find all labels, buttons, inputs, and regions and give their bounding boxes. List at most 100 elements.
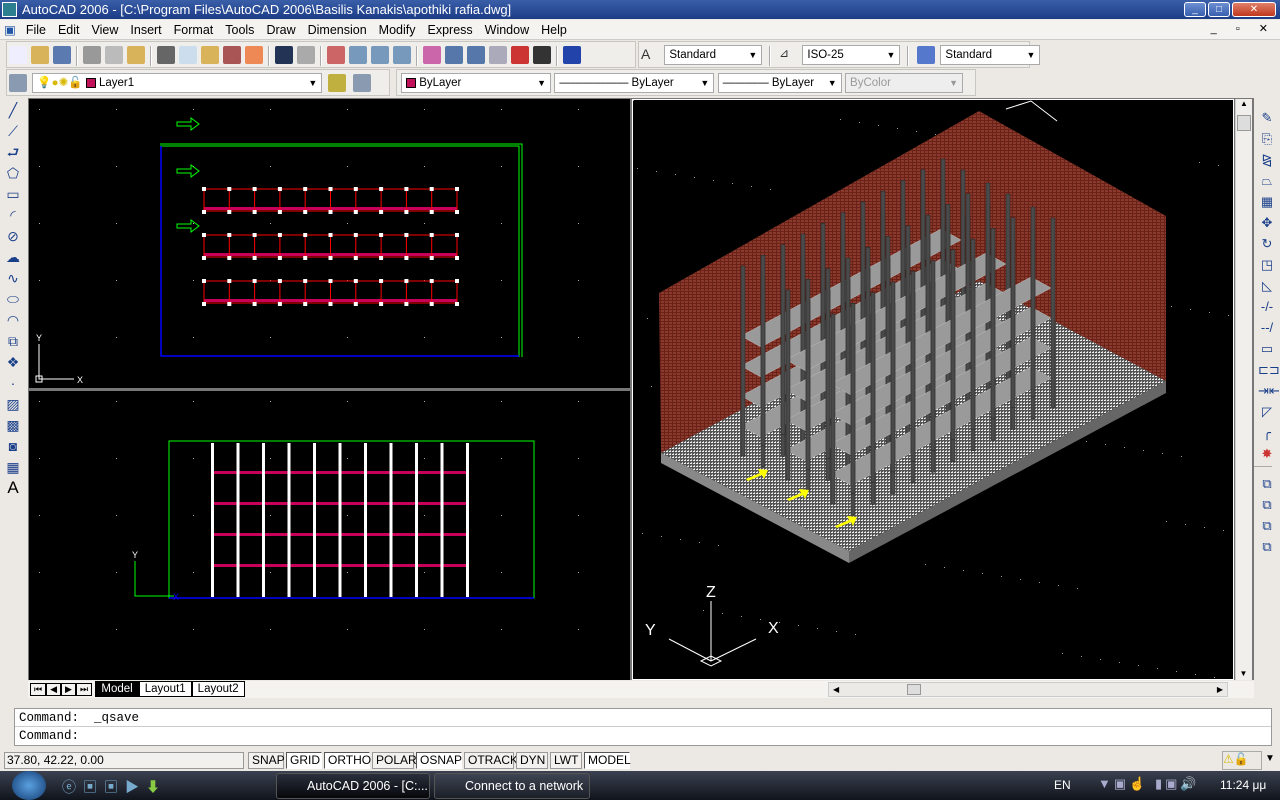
- block-editor-icon[interactable]: [245, 46, 263, 64]
- arc-icon[interactable]: ◜: [4, 206, 22, 224]
- viewport-front-elevation[interactable]: YX: [29, 391, 630, 680]
- polygon-icon[interactable]: ⬠: [4, 164, 22, 182]
- start-button[interactable]: [12, 771, 46, 800]
- status-polar-toggle[interactable]: POLAR: [372, 752, 417, 769]
- system-tray-icons[interactable]: ▼▣☝ ▮▣🔊: [1098, 776, 1200, 792]
- tab-last-button[interactable]: ⏭: [75, 683, 93, 696]
- move-icon[interactable]: ✥: [1258, 214, 1276, 232]
- command-window[interactable]: Command: _qsave Command:: [14, 708, 1272, 746]
- dim-style-icon[interactable]: ⊿: [779, 46, 797, 64]
- draworder-above-icon[interactable]: ⧉: [1258, 517, 1276, 535]
- match-properties-icon[interactable]: [223, 46, 241, 64]
- command-prompt[interactable]: Command:: [15, 727, 1271, 745]
- pan-icon[interactable]: [327, 46, 345, 64]
- ellipse-icon[interactable]: ⬭: [4, 290, 22, 308]
- menu-edit[interactable]: Edit: [52, 20, 86, 40]
- text-style-icon[interactable]: A: [641, 46, 659, 64]
- status-grid-toggle[interactable]: GRID: [286, 752, 322, 769]
- sheet-set-icon[interactable]: [489, 46, 507, 64]
- redo-icon[interactable]: [297, 46, 315, 64]
- menu-help[interactable]: Help: [535, 20, 573, 40]
- dim-style-select[interactable]: ISO-25 ▼: [802, 45, 901, 65]
- status-dyn-toggle[interactable]: DYN: [516, 752, 548, 769]
- offset-icon[interactable]: ⏢: [1258, 172, 1276, 190]
- properties-icon[interactable]: [423, 46, 441, 64]
- array-icon[interactable]: ▦: [1258, 193, 1276, 211]
- help-icon[interactable]: [563, 46, 581, 64]
- coordinates-display[interactable]: 37.80, 42.22, 0.00: [4, 752, 244, 769]
- save-icon[interactable]: [53, 46, 71, 64]
- viewport-top-plan[interactable]: XY: [29, 99, 630, 388]
- document-icon[interactable]: ▣: [0, 20, 20, 40]
- viewport-3d-isometric[interactable]: Z Y X: [632, 99, 1234, 680]
- menu-window[interactable]: Window: [479, 20, 535, 40]
- status-model-toggle[interactable]: MODEL: [584, 752, 631, 769]
- scroll-thumb[interactable]: [1237, 115, 1251, 131]
- copy-icon[interactable]: ⎘: [1258, 130, 1276, 148]
- construction-line-icon[interactable]: ⟋: [4, 122, 22, 140]
- taskbar-item-network[interactable]: Connect to a network: [434, 773, 590, 799]
- zoom-window-icon[interactable]: [371, 46, 389, 64]
- design-center-icon[interactable]: [445, 46, 463, 64]
- menu-format[interactable]: Format: [168, 20, 220, 40]
- revision-cloud-icon[interactable]: ☁: [4, 248, 22, 266]
- tab-layout2[interactable]: Layout2: [191, 681, 245, 697]
- menu-view[interactable]: View: [86, 20, 125, 40]
- zoom-previous-icon[interactable]: [393, 46, 411, 64]
- stretch-icon[interactable]: ◺: [1258, 277, 1276, 295]
- menu-express[interactable]: Express: [422, 20, 479, 40]
- make-block-icon[interactable]: ❖: [4, 353, 22, 371]
- polyline-icon[interactable]: ⮐: [4, 143, 22, 161]
- menu-file[interactable]: File: [20, 20, 52, 40]
- gradient-icon[interactable]: ▩: [4, 416, 22, 434]
- quick-launch-icons[interactable]: ⓔ▣▣▶⬇: [62, 777, 167, 797]
- publish-icon[interactable]: [127, 46, 145, 64]
- spline-icon[interactable]: ∿: [4, 269, 22, 287]
- horizontal-scroll-thumb[interactable]: [907, 684, 921, 695]
- scroll-down-arrow[interactable]: ▼: [1236, 669, 1251, 678]
- vertical-scrollbar[interactable]: ▲ ▼: [1235, 99, 1252, 680]
- language-indicator[interactable]: EN: [1054, 778, 1071, 792]
- scroll-left-arrow[interactable]: ◀: [833, 685, 839, 694]
- circle-icon[interactable]: ⊘: [4, 227, 22, 245]
- draworder-under-icon[interactable]: ⧉: [1258, 538, 1276, 556]
- zoom-realtime-icon[interactable]: [349, 46, 367, 64]
- status-osnap-toggle[interactable]: OSNAP: [416, 752, 462, 769]
- break-icon[interactable]: ⊏⊐: [1258, 361, 1280, 379]
- insert-block-icon[interactable]: ⧉: [4, 332, 22, 350]
- copy-icon[interactable]: [179, 46, 197, 64]
- tab-prev-button[interactable]: ◀: [46, 683, 62, 696]
- menu-modify[interactable]: Modify: [373, 20, 422, 40]
- plot-icon[interactable]: [83, 46, 101, 64]
- menu-dimension[interactable]: Dimension: [302, 20, 373, 40]
- clock[interactable]: 11:24 μμ: [1220, 778, 1266, 792]
- horizontal-scrollbar[interactable]: ◀ ▶: [828, 682, 1228, 697]
- make-current-layer-icon[interactable]: [327, 74, 346, 92]
- tray-settings-icon[interactable]: ⚠🔓: [1222, 751, 1262, 770]
- taskbar-item-autocad[interactable]: AutoCAD 2006 - [C:...: [276, 773, 430, 799]
- break-at-point-icon[interactable]: ▭: [1258, 340, 1276, 358]
- chamfer-icon[interactable]: ◸: [1258, 403, 1276, 421]
- plot-style-select[interactable]: ByColor ▼: [845, 73, 964, 93]
- status-lwt-toggle[interactable]: LWT: [550, 752, 582, 769]
- menu-tools[interactable]: Tools: [219, 20, 260, 40]
- explode-icon[interactable]: ✸: [1258, 445, 1276, 463]
- close-button[interactable]: ✕: [1232, 2, 1276, 17]
- document-window-controls[interactable]: _ ▫ ✕: [1211, 22, 1276, 35]
- maximize-button[interactable]: □: [1208, 2, 1230, 17]
- tab-next-button[interactable]: ▶: [61, 683, 76, 696]
- erase-icon[interactable]: ✎: [1258, 109, 1276, 127]
- trim-icon[interactable]: -/-: [1258, 298, 1276, 316]
- tool-palettes-icon[interactable]: [467, 46, 485, 64]
- ellipse-arc-icon[interactable]: ◠: [4, 311, 22, 329]
- table-style-select[interactable]: Standard ▼: [940, 45, 1041, 65]
- cut-icon[interactable]: [157, 46, 175, 64]
- rectangle-icon[interactable]: ▭: [4, 185, 22, 203]
- tab-layout1[interactable]: Layout1: [138, 681, 192, 697]
- scale-icon[interactable]: ◳: [1258, 256, 1276, 274]
- plot-preview-icon[interactable]: [105, 46, 123, 64]
- line-icon[interactable]: ╱: [4, 101, 22, 119]
- menu-insert[interactable]: Insert: [124, 20, 167, 40]
- layer-previous-icon[interactable]: [353, 74, 372, 92]
- layer-properties-icon[interactable]: [9, 74, 27, 92]
